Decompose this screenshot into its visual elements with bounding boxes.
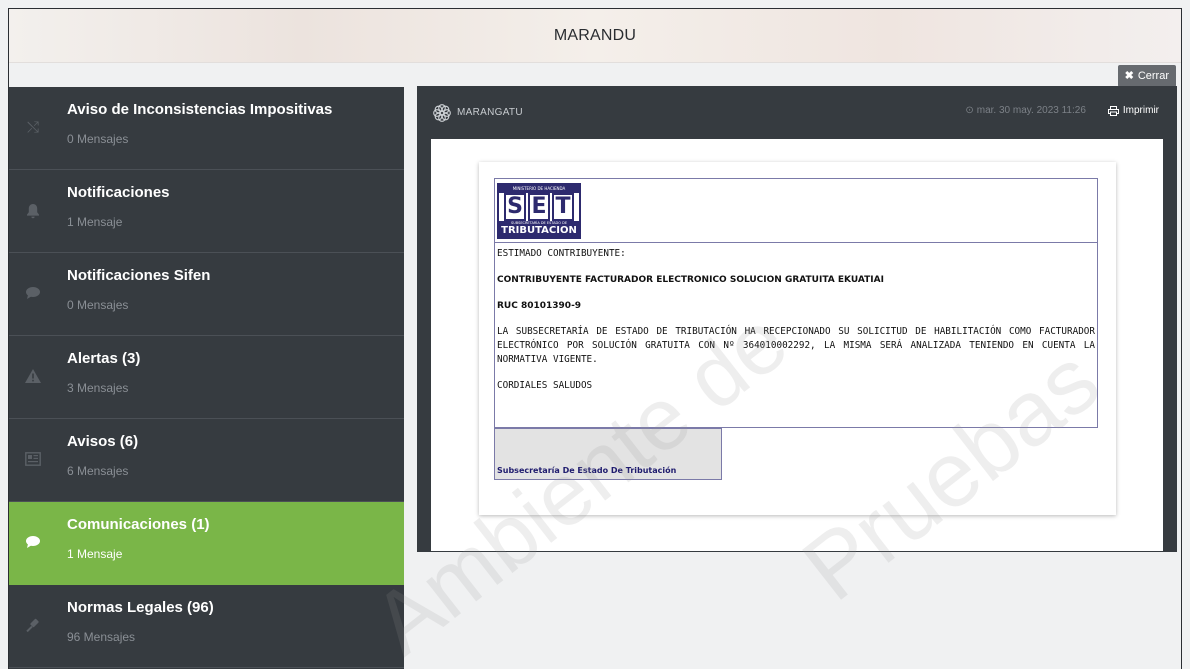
- message-meta: ⊙ mar. 30 may. 2023 11:26 Imprimir: [965, 105, 1159, 116]
- letter-text: ESTIMADO CONTRIBUYENTE: CONTRIBUYENTE FA…: [495, 243, 1097, 393]
- logo-top-text: MINISTERIO DE HACIENDA: [499, 185, 579, 193]
- close-button[interactable]: ✖ Cerrar: [1117, 65, 1176, 87]
- signature-text: Subsecretaría De Estado De Tributación: [497, 466, 677, 475]
- letter-ruc: RUC 80101390-9: [497, 301, 582, 311]
- letter-header: MINISTERIO DE HACIENDA S E T SUBSECRETAR…: [495, 179, 1097, 243]
- brand-name: MARANGATU: [457, 107, 523, 118]
- message-date: ⊙ mar. 30 may. 2023 11:26: [965, 105, 1086, 116]
- close-button-label: Cerrar: [1137, 70, 1169, 82]
- message-panel: MARANGATU ⊙ mar. 30 may. 2023 11:26 Impr…: [417, 86, 1177, 552]
- sidebar-item-title: Comunicaciones (1): [67, 516, 210, 533]
- warning-icon: [25, 369, 41, 385]
- sidebar-item-comunicaciones[interactable]: Comunicaciones (1) 1 Mensaje: [9, 502, 404, 585]
- marangatu-logo-icon: [433, 103, 451, 122]
- letter-content-box: MINISTERIO DE HACIENDA S E T SUBSECRETAR…: [494, 178, 1098, 428]
- shuffle-icon: ⤭: [26, 119, 39, 136]
- sidebar-item-title: Notificaciones: [67, 184, 170, 201]
- top-bar: MARANDU: [9, 9, 1181, 63]
- sidebar-item-count: 96 Mensajes: [67, 630, 136, 644]
- print-button-label: Imprimir: [1122, 105, 1159, 116]
- logo-letter: S: [504, 193, 526, 221]
- sidebar-item-inconsistencias[interactable]: ⤭ Aviso de Inconsistencias Impositivas 0…: [9, 87, 404, 170]
- sidebar-item-normas-legales[interactable]: Normas Legales (96) 96 Mensajes: [9, 585, 404, 668]
- newspaper-icon: [25, 452, 41, 468]
- chat-icon: [25, 535, 41, 551]
- set-logo: MINISTERIO DE HACIENDA S E T SUBSECRETAR…: [497, 183, 581, 239]
- bell-icon: [25, 203, 41, 219]
- sidebar-item-count: 1 Mensaje: [67, 215, 123, 229]
- sidebar-item-title: Aviso de Inconsistencias Impositivas: [67, 101, 333, 118]
- printer-icon: [1107, 105, 1119, 116]
- logo-letter: E: [528, 193, 550, 221]
- logo-letter: T: [552, 193, 574, 221]
- sidebar-item-title: Avisos (6): [67, 433, 139, 450]
- message-body: MINISTERIO DE HACIENDA S E T SUBSECRETAR…: [431, 139, 1163, 551]
- letter-document: MINISTERIO DE HACIENDA S E T SUBSECRETAR…: [479, 162, 1116, 515]
- sidebar-item-count: 0 Mensajes: [67, 132, 129, 146]
- gavel-icon: [25, 618, 41, 634]
- marangatu-brand: MARANGATU: [431, 102, 523, 124]
- letter-greeting: ESTIMADO CONTRIBUYENTE:: [497, 248, 626, 259]
- letter-body: LA SUBSECRETARÍA DE ESTADO DE TRIBUTACIÓ…: [497, 326, 1095, 365]
- comment-icon: [25, 286, 41, 302]
- close-icon: ✖: [1124, 70, 1134, 82]
- print-button[interactable]: Imprimir: [1107, 105, 1159, 116]
- signature-box: Subsecretaría De Estado De Tributación: [494, 428, 722, 480]
- sidebar-item-count: 6 Mensajes: [67, 464, 129, 478]
- sidebar-item-title: Notificaciones Sifen: [67, 267, 211, 284]
- app-frame: MARANDU ✖ Cerrar ⤭ Aviso de Inconsistenc…: [8, 8, 1182, 669]
- letter-closing: CORDIALES SALUDOS: [497, 380, 593, 391]
- message-date-text: mar. 30 may. 2023 11:26: [976, 105, 1086, 116]
- message-header: MARANGATU ⊙ mar. 30 may. 2023 11:26 Impr…: [417, 86, 1177, 139]
- sidebar-item-alertas[interactable]: Alertas (3) 3 Mensajes: [9, 336, 404, 419]
- sidebar-item-count: 1 Mensaje: [67, 547, 123, 561]
- sidebar-item-count: 0 Mensajes: [67, 298, 129, 312]
- logo-letters: S E T: [499, 193, 579, 221]
- clock-icon: ⊙: [965, 105, 974, 116]
- sidebar-item-title: Normas Legales (96): [67, 599, 214, 616]
- sidebar-item-count: 3 Mensajes: [67, 381, 129, 395]
- sidebar: ⤭ Aviso de Inconsistencias Impositivas 0…: [9, 87, 404, 669]
- logo-bottom-text: TRIBUTACION: [501, 225, 577, 236]
- logo-bottom: SUBSECRETARÍA DE ESTADO DE TRIBUTACION: [499, 221, 579, 237]
- letter-subject: CONTRIBUYENTE FACTURADOR ELECTRONICO SOL…: [497, 275, 884, 285]
- app-title: MARANDU: [553, 26, 637, 44]
- sidebar-item-notificaciones[interactable]: Notificaciones 1 Mensaje: [9, 170, 404, 253]
- sidebar-item-notificaciones-sifen[interactable]: Notificaciones Sifen 0 Mensajes: [9, 253, 404, 336]
- sidebar-item-title: Alertas (3): [67, 350, 141, 367]
- sidebar-item-avisos[interactable]: Avisos (6) 6 Mensajes: [9, 419, 404, 502]
